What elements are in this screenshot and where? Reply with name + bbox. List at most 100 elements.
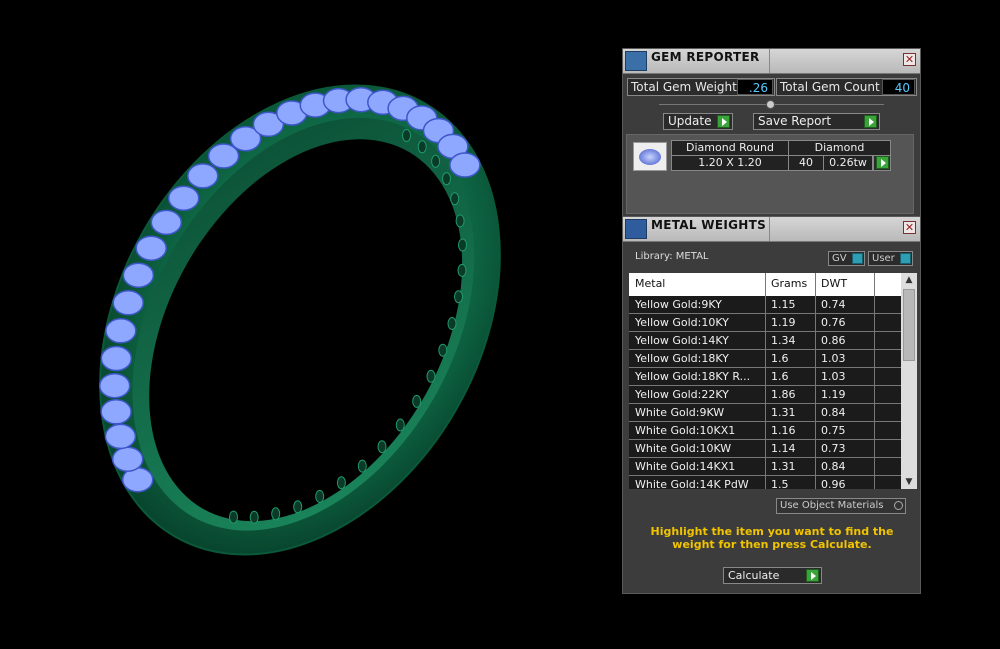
gallery-hole — [377, 440, 387, 454]
cell-grams: 1.5 — [771, 478, 789, 489]
metal-weights-close-button[interactable]: ✕ — [903, 221, 916, 234]
gem-row-item[interactable]: Diamond Round Diamond 1.20 X 1.20 40 0.2… — [631, 140, 897, 172]
cell-grams: 1.16 — [771, 424, 796, 437]
update-button[interactable]: Update — [663, 113, 733, 130]
gallery-hole — [442, 172, 451, 186]
column-header-metal[interactable]: Metal — [635, 277, 665, 290]
gallery-hole — [357, 459, 367, 473]
gallery-hole — [454, 290, 463, 304]
gallery-hole — [395, 418, 405, 432]
gem-stone — [135, 235, 167, 261]
gallery-hole — [457, 263, 467, 277]
gem-reporter-close-button[interactable]: ✕ — [903, 53, 916, 66]
cell-dwt: 0.76 — [821, 316, 846, 329]
cell-dwt: 0.84 — [821, 460, 846, 473]
gem-shape: Diamond Round — [671, 140, 789, 156]
gallery-hole — [426, 369, 436, 383]
cell-metal: White Gold:14K PdW — [635, 478, 749, 489]
gem-weight: 0.26tw — [823, 155, 873, 171]
gem-stone — [100, 399, 132, 425]
total-gem-weight-value: .26 — [737, 79, 773, 95]
cell-metal: White Gold:14KX1 — [635, 460, 736, 473]
play-icon — [864, 115, 877, 128]
gallery-hole — [402, 129, 411, 142]
play-icon — [806, 569, 819, 582]
user-toggle[interactable]: User — [868, 251, 913, 266]
cell-metal: White Gold:9KW — [635, 406, 725, 419]
gem-reporter-titlebar[interactable]: GEM REPORTER ✕ — [623, 49, 920, 74]
gem-count: 40 — [788, 155, 824, 171]
metal-table-scrollbar[interactable]: ▲ ▼ — [901, 273, 917, 489]
cell-grams: 1.31 — [771, 460, 796, 473]
radio-icon — [894, 501, 903, 510]
gem-stone — [122, 262, 155, 288]
save-report-button[interactable]: Save Report — [753, 113, 880, 130]
gallery-hole — [447, 317, 457, 330]
instruction-text: Highlight the item you want to find the … — [650, 525, 894, 551]
cell-metal: Yellow Gold:18KY — [635, 352, 729, 365]
gem-stone — [104, 423, 137, 450]
cell-metal: Yellow Gold:14KY — [635, 334, 729, 347]
cell-metal: White Gold:10KX1 — [635, 424, 736, 437]
cell-grams: 1.31 — [771, 406, 796, 419]
3d-viewport[interactable] — [0, 0, 615, 645]
total-gem-count-value: 40 — [882, 79, 915, 95]
gallery-hole — [450, 192, 460, 206]
cell-dwt: 1.19 — [821, 388, 846, 401]
cell-grams: 1.6 — [771, 352, 789, 365]
metal-weights-titlebar[interactable]: METAL WEIGHTS ✕ — [623, 217, 920, 242]
play-icon — [876, 156, 889, 169]
cell-metal: Yellow Gold:9KY — [635, 298, 722, 311]
gv-toggle[interactable]: GV — [828, 251, 865, 266]
gallery-hole — [249, 510, 259, 524]
column-header-grams[interactable]: Grams — [771, 277, 807, 290]
cell-grams: 1.34 — [771, 334, 796, 347]
cell-dwt: 0.96 — [821, 478, 846, 489]
gallery-hole — [336, 476, 346, 490]
gem-reporter-panel: GEM REPORTER ✕ Total Gem Weight .26 Tota… — [622, 48, 921, 218]
metal-weights-panel: METAL WEIGHTS ✕ Library: METAL GV User M… — [622, 216, 921, 594]
gem-size: 1.20 X 1.20 — [671, 155, 789, 171]
column-divider — [874, 273, 875, 489]
gallery-hole — [315, 489, 325, 503]
gem-stone — [207, 143, 240, 169]
gem-reporter-title: GEM REPORTER — [651, 50, 760, 64]
gem-detail-button[interactable] — [873, 155, 891, 171]
cell-grams: 1.14 — [771, 442, 796, 455]
gallery-hole — [293, 500, 303, 514]
cell-dwt: 1.03 — [821, 352, 846, 365]
use-object-materials-toggle[interactable]: Use Object Materials — [776, 498, 906, 514]
gem-stone — [167, 185, 200, 211]
cell-dwt: 0.86 — [821, 334, 846, 347]
column-divider — [765, 273, 766, 489]
gem-list: Diamond Round Diamond 1.20 X 1.20 40 0.2… — [626, 134, 914, 214]
splitter-knob[interactable] — [766, 100, 775, 109]
cell-dwt: 0.84 — [821, 406, 846, 419]
gallery-hole — [458, 238, 467, 252]
cell-grams: 1.19 — [771, 316, 796, 329]
title-divider — [769, 49, 770, 73]
title-divider — [769, 217, 770, 241]
metal-weights-table[interactable]: Metal Grams DWT Yellow Gold:9KY 1.15 0.74 Y… — [629, 273, 917, 489]
cell-dwt: 0.73 — [821, 442, 846, 455]
cell-dwt: 0.75 — [821, 424, 846, 437]
gem-stone — [98, 372, 131, 399]
cell-grams: 1.86 — [771, 388, 796, 401]
scroll-down-icon[interactable]: ▼ — [901, 475, 917, 489]
gem-stone — [112, 290, 144, 316]
library-label: Library: METAL — [635, 251, 709, 262]
scroll-thumb[interactable] — [903, 289, 915, 361]
cell-metal: White Gold:10KW — [635, 442, 732, 455]
gem-stone — [187, 163, 219, 189]
gem-stone — [111, 446, 144, 472]
toggle-knob-icon — [852, 253, 863, 264]
column-header-dwt[interactable]: DWT — [821, 277, 847, 290]
scroll-up-icon[interactable]: ▲ — [901, 273, 917, 287]
cell-metal: Yellow Gold:18KY R... — [635, 370, 751, 383]
calculate-button[interactable]: Calculate — [723, 567, 822, 584]
toggle-knob-icon — [900, 253, 911, 264]
cell-metal: Yellow Gold:10KY — [635, 316, 729, 329]
gallery-hole — [229, 510, 238, 524]
gem-stone — [105, 318, 137, 344]
cell-grams: 1.15 — [771, 298, 796, 311]
